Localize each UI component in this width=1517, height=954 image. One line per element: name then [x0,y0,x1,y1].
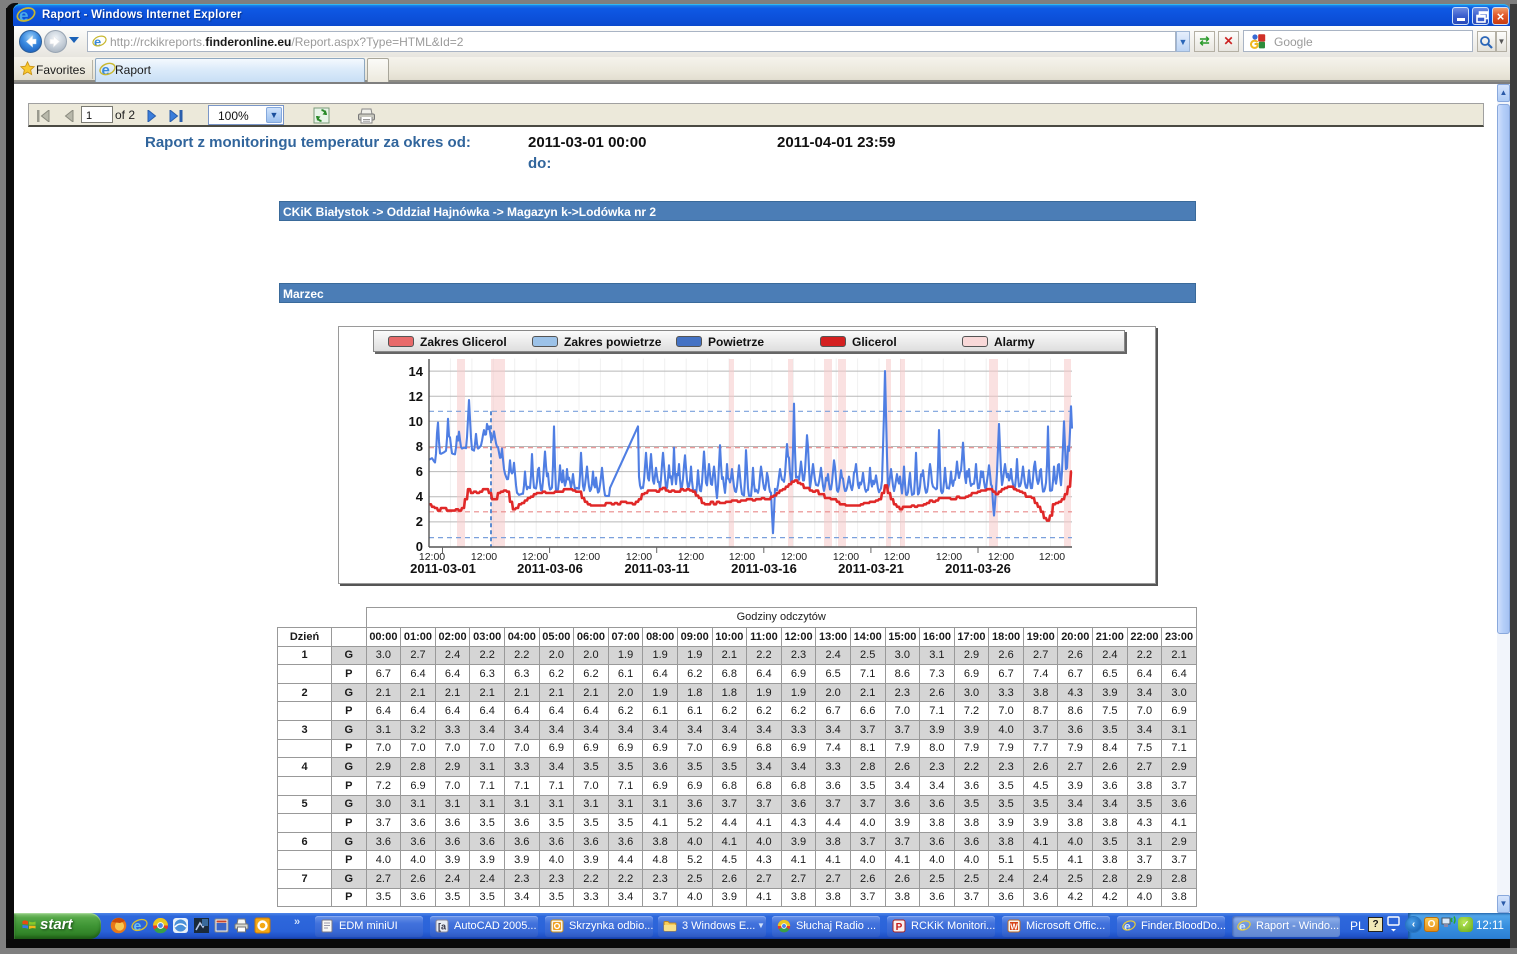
svg-text:4: 4 [416,489,424,504]
svg-text:2: 2 [416,514,423,529]
svg-text:W: W [1010,923,1018,932]
svg-text:14: 14 [409,364,424,379]
svg-text:8: 8 [416,439,423,454]
svg-text:2011-03-06: 2011-03-06 [517,561,583,576]
svg-text:2011-03-21: 2011-03-21 [838,561,904,576]
svg-text:6: 6 [416,464,423,479]
svg-text:2011-03-11: 2011-03-11 [624,561,689,576]
svg-text:2011-03-01: 2011-03-01 [410,561,476,576]
svg-text:2011-03-16: 2011-03-16 [731,561,797,576]
svg-text:12: 12 [409,389,423,404]
svg-text:12:00: 12:00 [1039,551,1065,563]
svg-text:P: P [896,922,903,933]
svg-text:[a: [a [438,922,447,932]
svg-text:2011-03-26: 2011-03-26 [945,561,1011,576]
svg-text:10: 10 [409,414,423,429]
